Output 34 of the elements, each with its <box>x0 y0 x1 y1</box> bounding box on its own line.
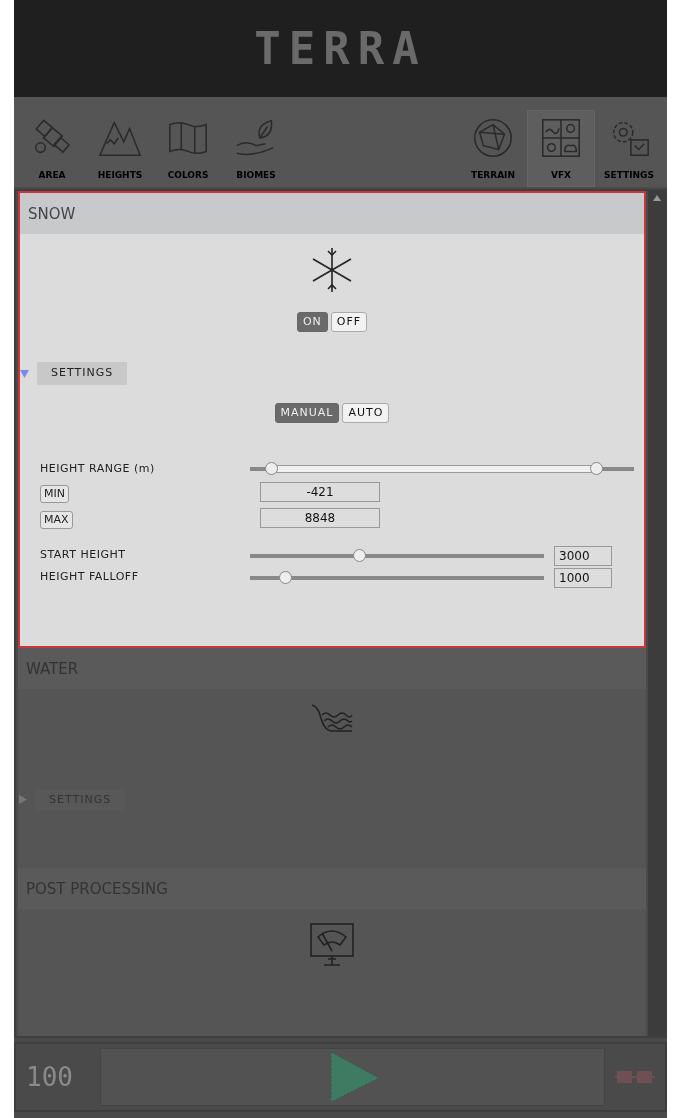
play-button[interactable] <box>100 1048 605 1106</box>
toggle-button[interactable]: OFF <box>330 311 368 332</box>
scroll-up-icon <box>652 195 661 201</box>
field-label: HEIGHT RANGE (m) <box>40 461 156 477</box>
tool-tab[interactable]: HEIGHTS <box>86 109 154 187</box>
tool-tab[interactable]: TERRAIN <box>459 109 527 187</box>
toggle-button[interactable]: MANUAL <box>274 402 340 423</box>
slider-thumb[interactable] <box>589 462 603 476</box>
tool-tab[interactable]: SETTINGS <box>595 109 663 187</box>
tool-tab[interactable]: BIOMES <box>222 109 290 187</box>
tool-tab[interactable]: AREA <box>18 109 86 187</box>
slider-thumb[interactable] <box>352 548 366 562</box>
section-header[interactable]: SNOW <box>20 193 644 234</box>
expanded-arrow-icon[interactable] <box>20 368 29 378</box>
collapsed-arrow-icon[interactable] <box>18 795 27 805</box>
value-field[interactable]: 1000 <box>554 567 612 588</box>
scrollbar[interactable] <box>648 191 665 1036</box>
toggle-button[interactable]: AUTO <box>342 402 390 423</box>
value-field[interactable]: 3000 <box>554 545 612 566</box>
field-label: HEIGHT FALLOFF <box>40 569 140 586</box>
value-field[interactable]: 8848 <box>260 507 380 528</box>
slider-thumb[interactable] <box>279 570 293 584</box>
value-field[interactable]: -421 <box>260 481 380 502</box>
settings-toggle[interactable]: SETTINGS <box>37 362 128 385</box>
tool-tab[interactable]: VFX <box>527 109 595 187</box>
monitor-gauge-icon <box>308 920 356 969</box>
field-label: START HEIGHT <box>40 547 127 564</box>
tool-tab[interactable]: COLORS <box>154 109 222 187</box>
logo: TERRA <box>254 21 427 76</box>
counter-display: 100 <box>26 1060 74 1094</box>
toggle-button[interactable]: ON <box>296 311 328 332</box>
slider-thumb[interactable] <box>264 462 278 476</box>
small-button[interactable]: MAX <box>40 510 73 529</box>
small-button[interactable]: MIN <box>40 484 69 503</box>
